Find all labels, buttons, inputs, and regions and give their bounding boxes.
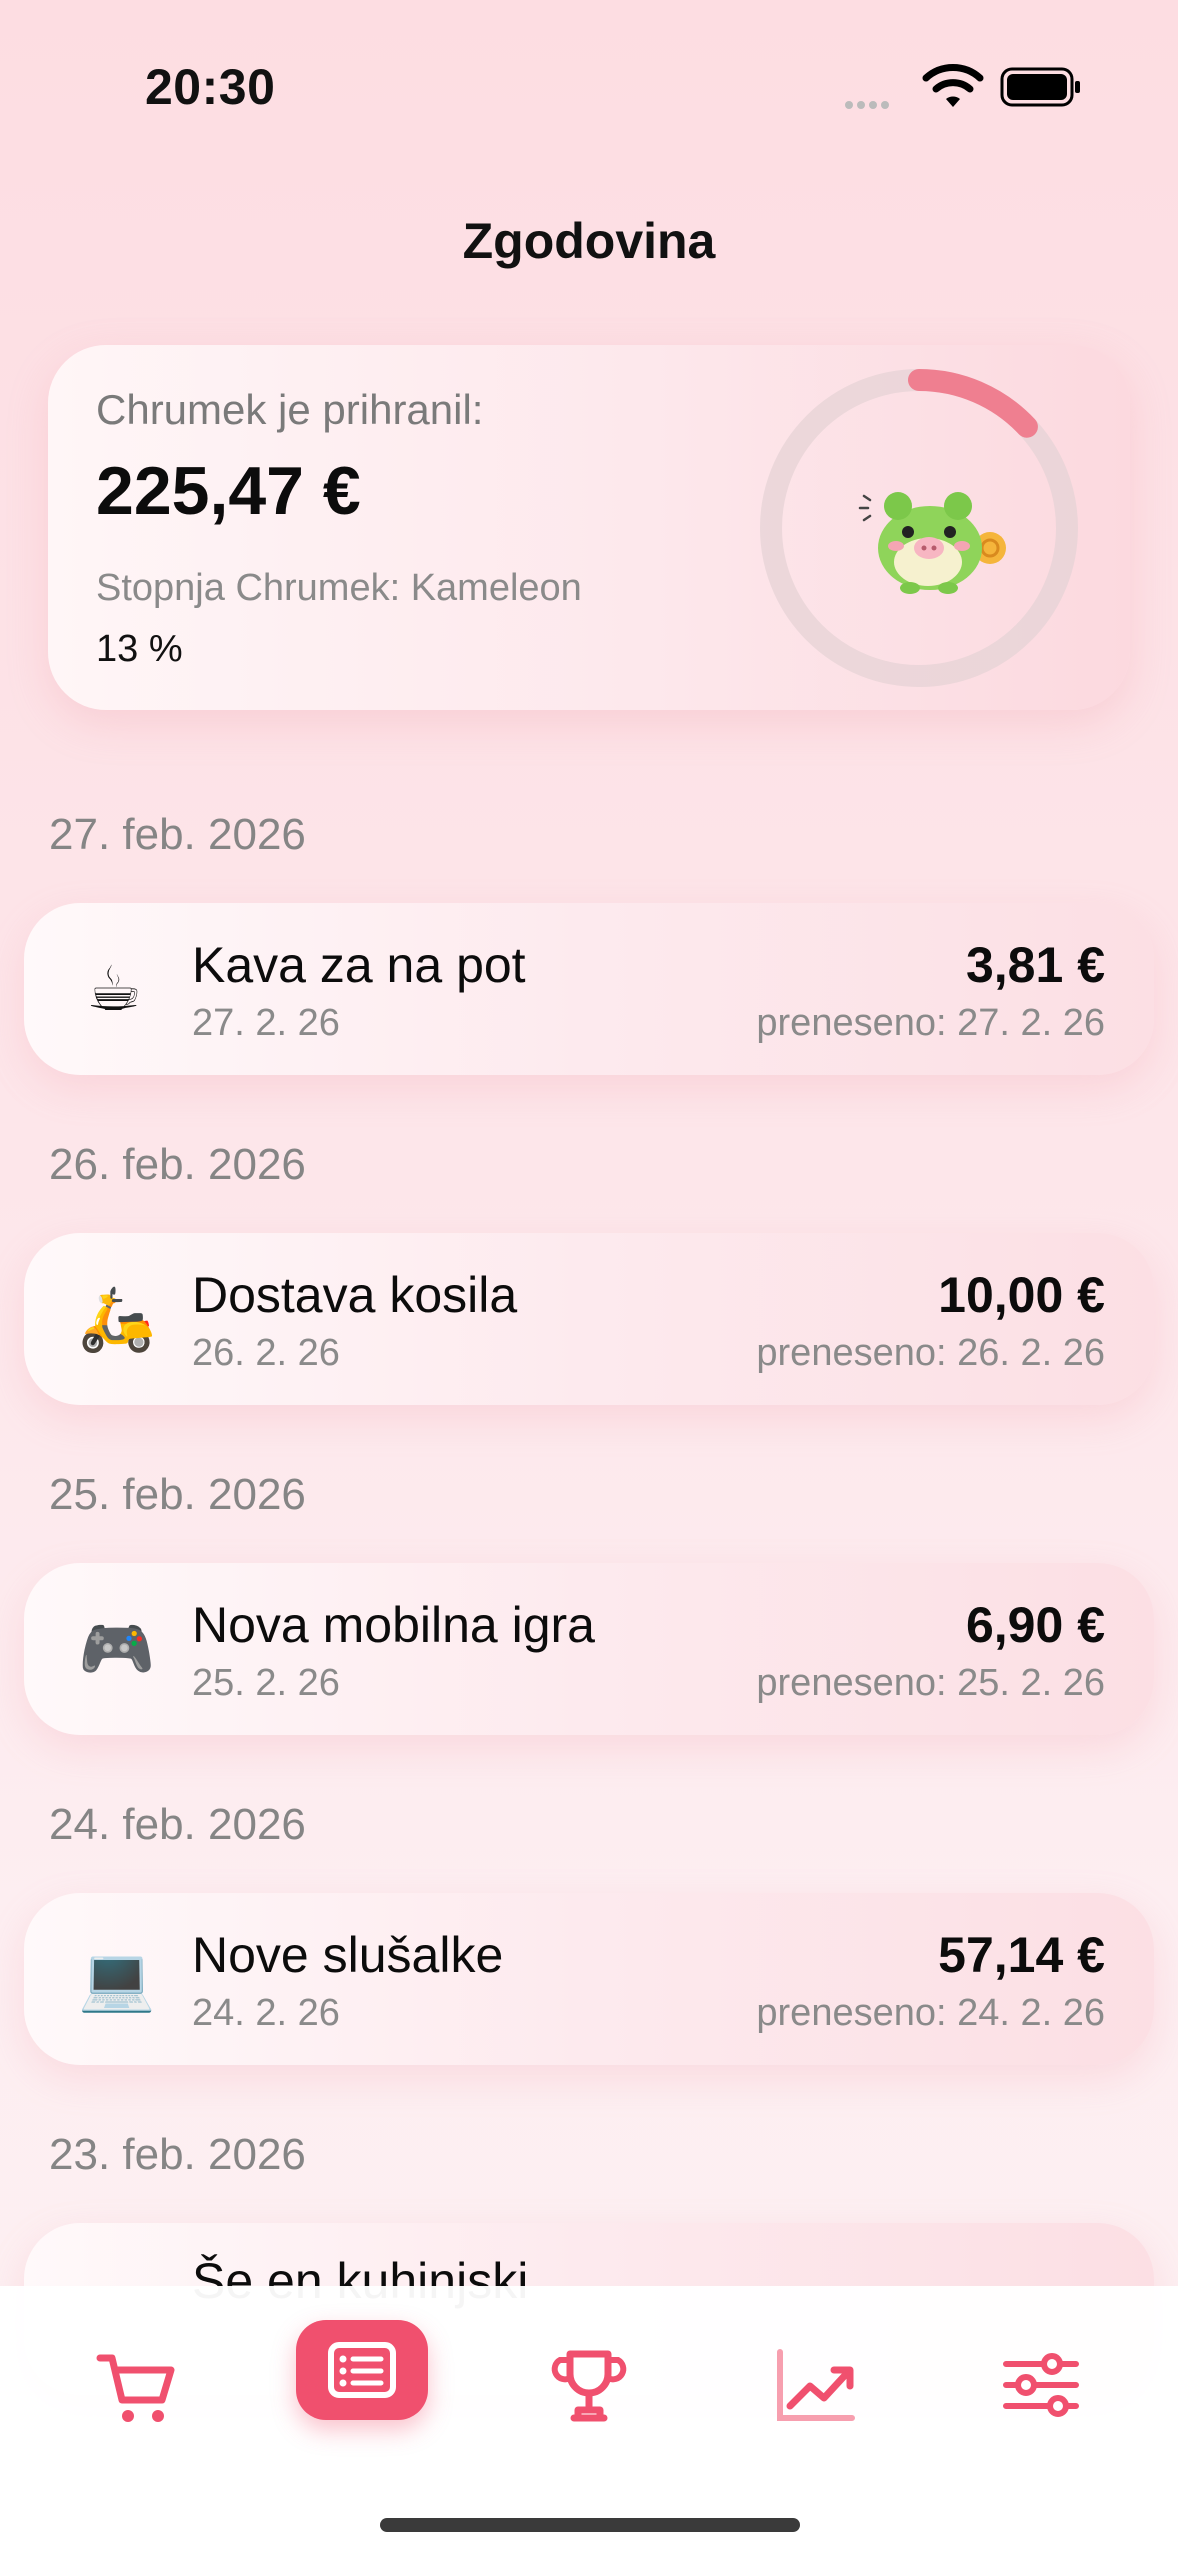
transaction-amount: 3,81 € (965, 937, 1105, 993)
date-header: 23. feb. 2026 (49, 2130, 306, 2179)
list-icon (328, 2342, 396, 2398)
transaction-date: 26. 2. 26 (192, 1332, 340, 1374)
level-percent: 13 % (96, 628, 183, 670)
level-label: Stopnja Chrumek: Kameleon (96, 567, 582, 609)
transaction-transferred: preneseno: 26. 2. 26 (756, 1332, 1105, 1374)
saved-amount: 225,47 € (96, 453, 361, 529)
transaction-name: Nova mobilna igra (192, 1597, 595, 1653)
date-header: 26. feb. 2026 (49, 1140, 306, 1189)
date-header: 25. feb. 2026 (49, 1470, 306, 1519)
transaction-transferred: preneseno: 27. 2. 26 (756, 1002, 1105, 1044)
transaction-name: Dostava kosila (192, 1267, 518, 1323)
gamepad-icon: 🎮 (78, 1615, 156, 1684)
transaction-date: 27. 2. 26 (192, 1002, 340, 1044)
transaction-name: Kava za na pot (192, 937, 526, 993)
date-header: 24. feb. 2026 (49, 1800, 306, 1849)
coffee-icon: ☕ (86, 955, 142, 1024)
tab-settings[interactable] (986, 2330, 1096, 2440)
page-title: Zgodovina (462, 213, 716, 269)
scooter-icon: 🛵 (78, 1285, 156, 1354)
transaction-date: 25. 2. 26 (192, 1662, 340, 1704)
transaction-date: 24. 2. 26 (192, 1992, 340, 2034)
saved-label: Chrumek je prihranil: (96, 386, 484, 433)
tab-statistics[interactable] (760, 2330, 870, 2440)
wifi-icon (922, 62, 984, 110)
tab-history[interactable] (307, 2315, 417, 2425)
tab-shop[interactable] (82, 2330, 192, 2440)
cellular-signal-icon (845, 96, 905, 109)
transaction-transferred: preneseno: 25. 2. 26 (756, 1662, 1105, 1704)
transaction-amount: 10,00 € (938, 1267, 1105, 1323)
cart-icon (96, 2354, 175, 2422)
transaction-transferred: preneseno: 24. 2. 26 (756, 1992, 1105, 2034)
transaction-name: Nove slušalke (192, 1927, 504, 1983)
sliders-icon (1003, 2353, 1079, 2417)
transaction-amount: 6,90 € (965, 1597, 1105, 1653)
tab-achievements[interactable] (534, 2330, 644, 2440)
battery-icon (1000, 66, 1082, 108)
chart-icon (777, 2349, 855, 2421)
transaction-amount: 57,14 € (938, 1927, 1105, 1983)
home-indicator (380, 2518, 800, 2532)
date-header: 27. feb. 2026 (49, 810, 306, 859)
trophy-icon (551, 2350, 627, 2422)
laptop-icon: 💻 (78, 1945, 156, 2014)
chameleon-pig-mascot-icon (850, 470, 1010, 600)
status-time: 20:30 (145, 59, 276, 115)
